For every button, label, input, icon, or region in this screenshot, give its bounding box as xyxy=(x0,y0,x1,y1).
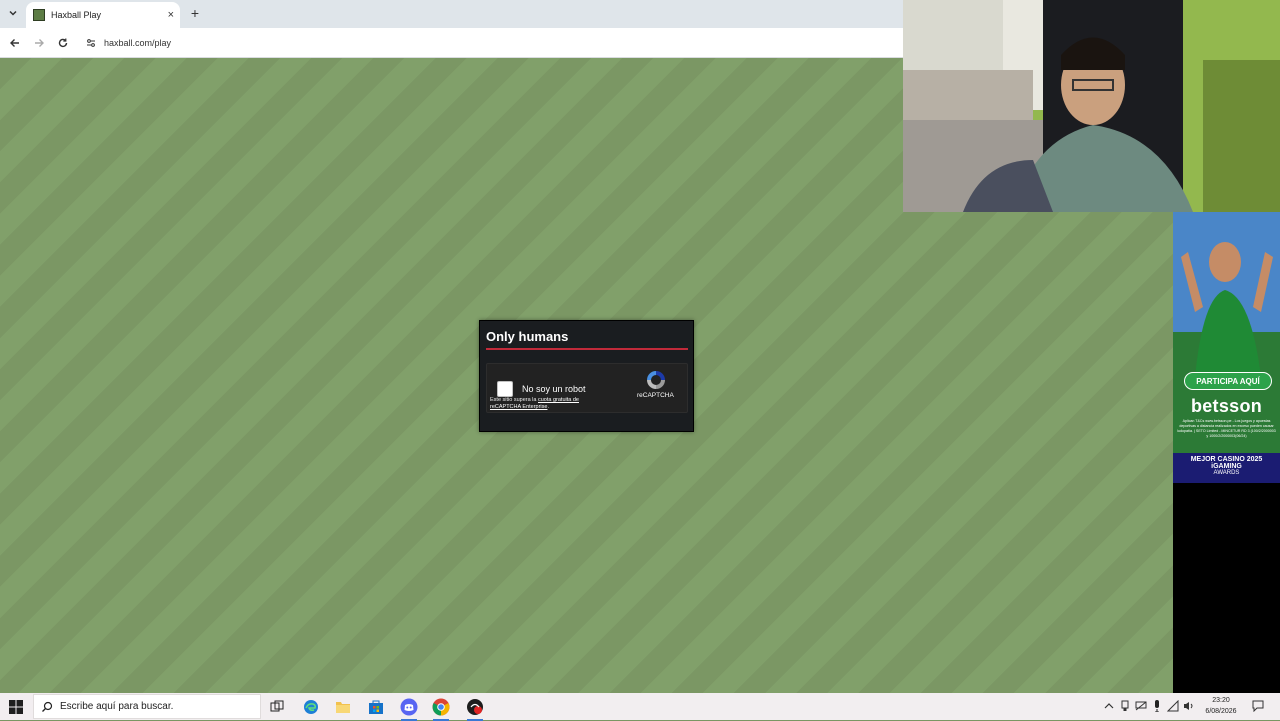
search-icon xyxy=(40,700,54,714)
ad-cta-button[interactable]: PARTICIPA AQUÍ xyxy=(1184,372,1272,390)
app-icon[interactable] xyxy=(465,697,485,721)
store-icon[interactable] xyxy=(366,697,386,717)
captcha-checkbox[interactable] xyxy=(497,381,513,397)
ad-brand-logo: betsson xyxy=(1190,396,1263,416)
tab-close-button[interactable]: × xyxy=(168,9,174,21)
captcha-note-suffix: . xyxy=(547,404,549,410)
microphone-icon[interactable] xyxy=(1151,699,1163,713)
forward-icon xyxy=(35,39,44,47)
discord-icon[interactable] xyxy=(399,697,419,721)
browser-tab[interactable]: Haxball Play × xyxy=(26,2,180,28)
url-field[interactable]: haxball.com/play xyxy=(80,32,898,54)
file-explorer-icon[interactable] xyxy=(333,697,353,717)
dialog-title: Only humans xyxy=(486,329,569,344)
captcha-label: No soy un robot xyxy=(522,384,586,394)
tray-overflow-icon[interactable] xyxy=(1103,699,1115,713)
dialog-divider xyxy=(486,348,688,350)
award-line3: AWARDS xyxy=(1213,470,1240,476)
ad-banner[interactable]: PARTICIPA AQUÍ betsson Aplican T&Cs www.… xyxy=(1173,212,1280,693)
network-icon[interactable] xyxy=(1135,699,1147,713)
browser-tabbar: Haxball Play × + xyxy=(0,0,903,28)
notifications-icon[interactable] xyxy=(1252,699,1264,713)
clock-date: 6/08/2026 xyxy=(1205,708,1237,715)
chevron-down-icon xyxy=(9,10,17,16)
forward-button[interactable] xyxy=(31,35,47,51)
back-icon xyxy=(10,39,19,47)
wifi-icon[interactable] xyxy=(1167,699,1179,713)
edge-icon[interactable] xyxy=(301,697,321,717)
taskbar-search-box[interactable]: Escribe aquí para buscar. xyxy=(33,694,261,719)
recaptcha-icon xyxy=(645,369,667,391)
url-text: haxball.com/play xyxy=(104,38,172,48)
webcam-image xyxy=(903,0,1280,212)
only-humans-dialog: Only humans No soy un robot Este sitio s… xyxy=(479,320,694,432)
recaptcha-widget: No soy un robot Este sitio supera la cuo… xyxy=(486,363,688,413)
task-view-icon[interactable] xyxy=(267,697,287,717)
ad-image: PARTICIPA AQUÍ betsson Aplican T&Cs www.… xyxy=(1173,212,1280,453)
tab-title: Haxball Play xyxy=(51,10,102,20)
webcam-overlay xyxy=(903,0,1280,212)
favicon-icon xyxy=(33,9,45,21)
clock-time: 23:20 xyxy=(1212,697,1230,704)
recaptcha-brand: reCAPTCHA xyxy=(637,392,674,399)
captcha-note-prefix: Este sitio supera la xyxy=(490,397,537,403)
search-placeholder: Escribe aquí para buscar. xyxy=(60,701,174,712)
reload-button[interactable] xyxy=(55,35,71,51)
award-line2: iGAMING xyxy=(1211,463,1242,470)
new-tab-button[interactable]: + xyxy=(188,4,202,22)
award-line1: MEJOR CASINO 2025 xyxy=(1190,456,1263,463)
reload-icon xyxy=(58,38,68,48)
captcha-note: Este sitio supera la cuota gratuita de r… xyxy=(490,397,600,411)
ad-award-badge: MEJOR CASINO 2025 iGAMING AWARDS xyxy=(1173,453,1280,483)
taskbar: Escribe aquí para buscar. 23:20 6/08/202… xyxy=(0,693,1280,721)
site-info-icon[interactable] xyxy=(86,38,96,48)
volume-icon[interactable] xyxy=(1183,699,1195,713)
chrome-icon[interactable] xyxy=(431,697,451,721)
address-bar: haxball.com/play xyxy=(0,28,903,58)
usb-icon[interactable] xyxy=(1119,699,1131,713)
tab-search-button[interactable] xyxy=(4,4,22,22)
ad-terms-text: Aplican T&Cs www.betsson.pe - Los juegos… xyxy=(1177,419,1276,438)
taskbar-clock[interactable]: 23:20 6/08/2026 xyxy=(1196,695,1246,717)
windows-start-icon[interactable] xyxy=(8,699,24,715)
back-button[interactable] xyxy=(7,35,23,51)
